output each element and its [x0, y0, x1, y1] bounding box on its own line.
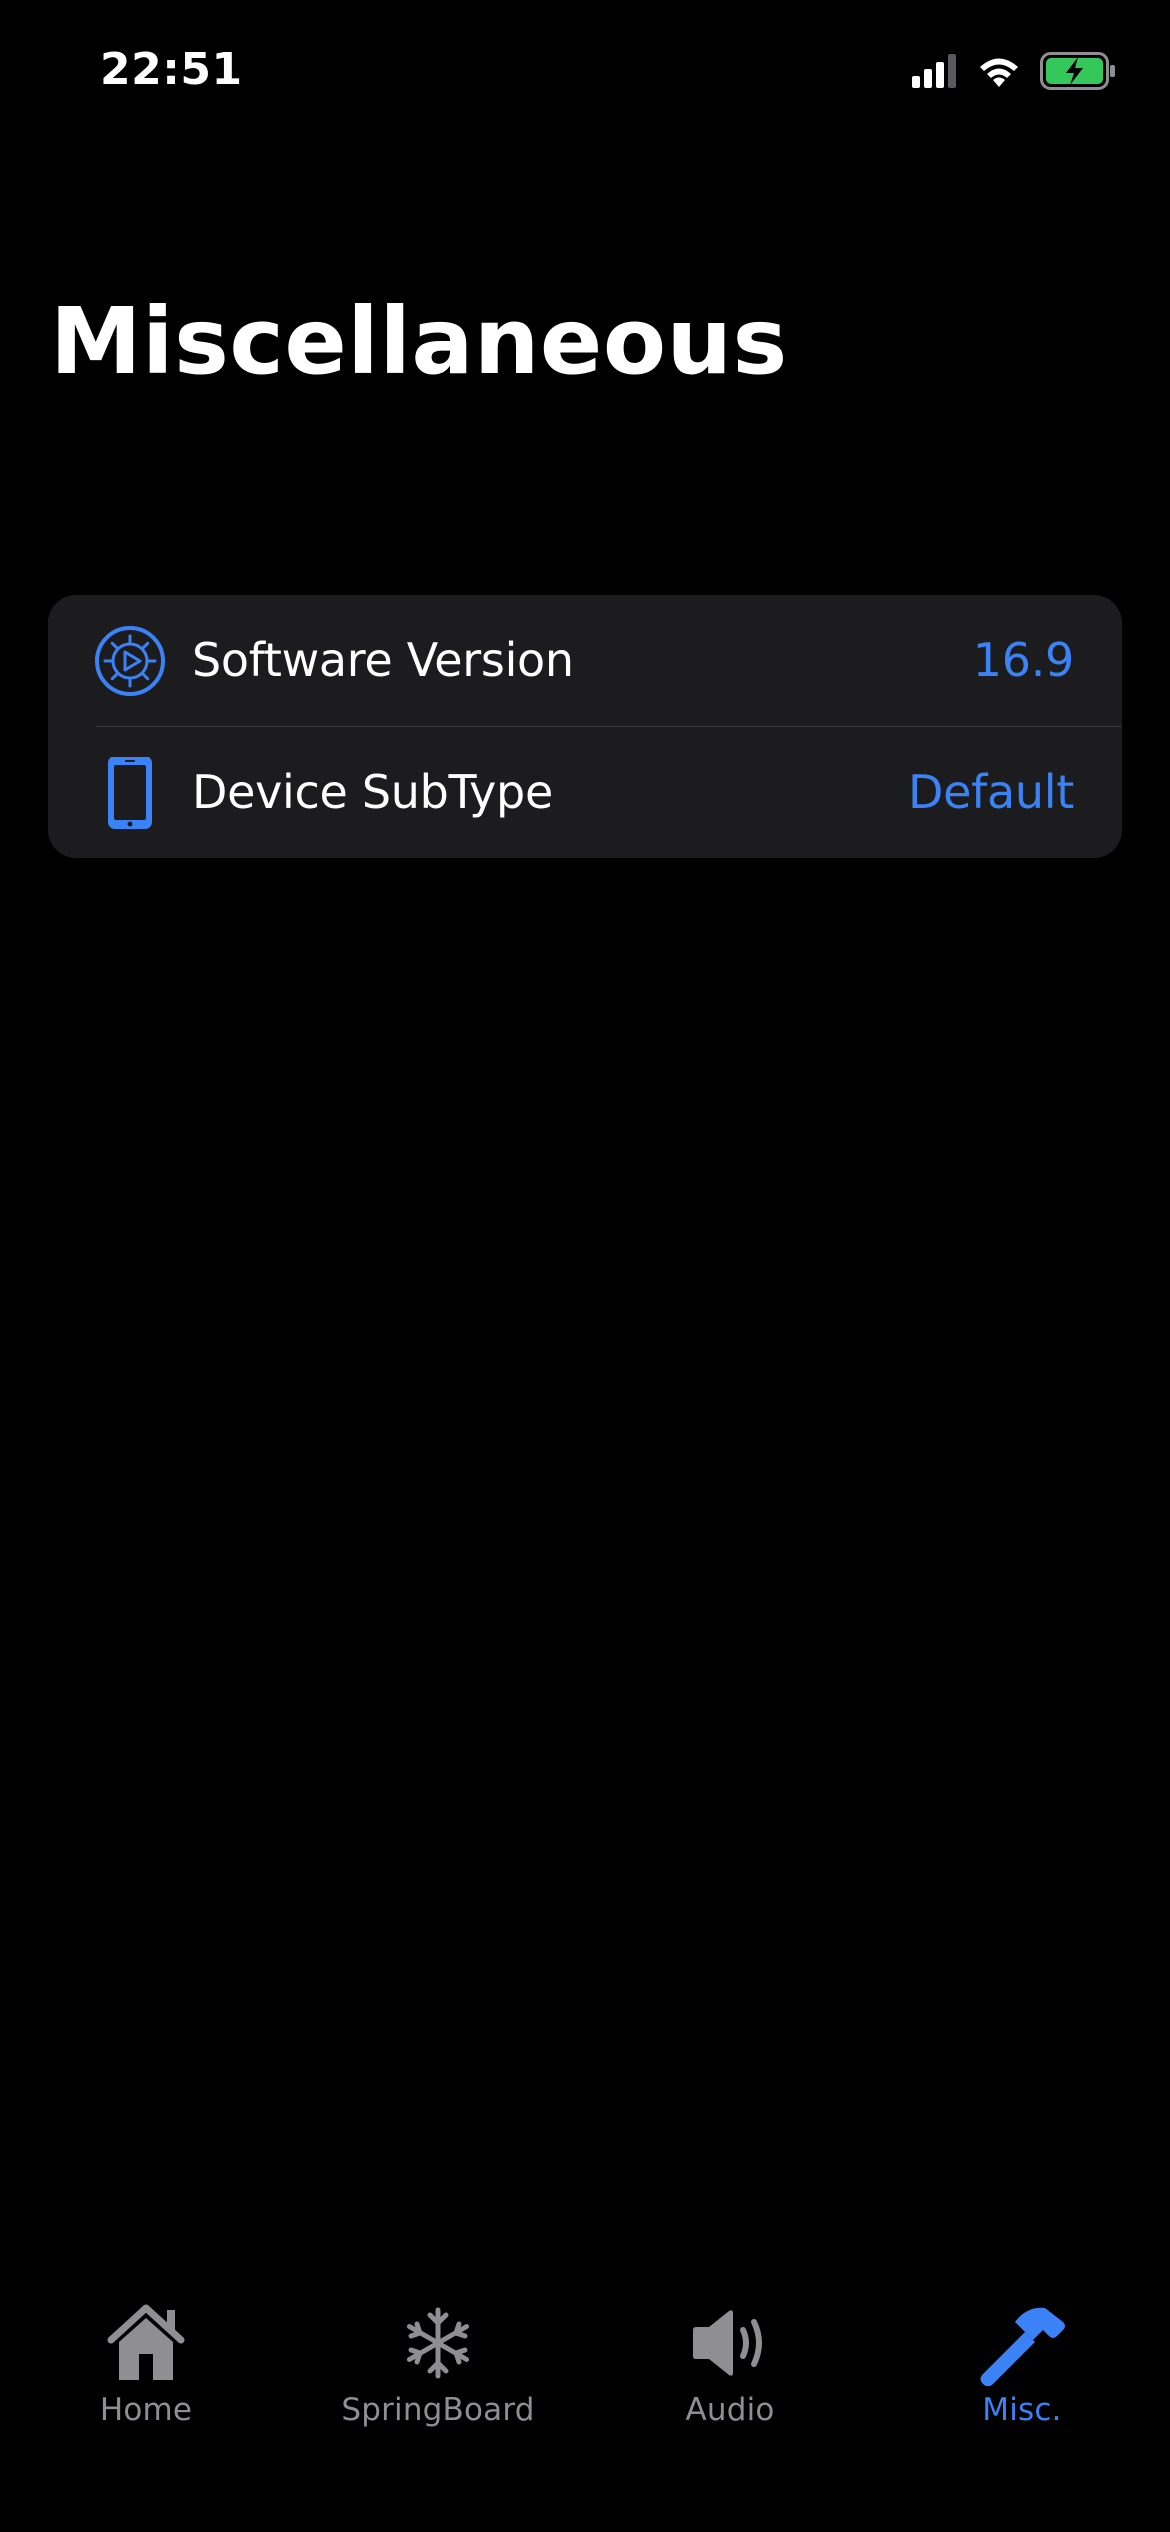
software-version-label: Software Version [192, 633, 574, 687]
tab-label-home: Home [99, 2392, 193, 2428]
hammer-icon [977, 2300, 1067, 2387]
settings-row-software-version[interactable]: Software Version 16.9 [48, 595, 1122, 727]
device-subtype-value: Default [908, 765, 1074, 819]
wifi-icon [976, 54, 1022, 92]
tab-label-audio: Audio [685, 2392, 775, 2428]
status-icons [912, 50, 1116, 96]
tab-audio[interactable]: Audio [584, 2280, 876, 2440]
page-title: Miscellaneous [50, 288, 788, 395]
tab-label-springboard: SpringBoard [341, 2392, 535, 2428]
tab-misc[interactable]: Misc. [876, 2280, 1168, 2440]
tab-home[interactable]: Home [0, 2280, 292, 2440]
house-icon [101, 2300, 191, 2386]
software-version-value: 16.9 [972, 633, 1075, 687]
status-time: 22:51 [100, 44, 243, 95]
status-bar: 22:51 [0, 0, 1170, 150]
settings-row-device-subtype[interactable]: Device SubType Default [48, 727, 1122, 858]
cellular-signal-icon [912, 54, 958, 92]
snowflake-icon [393, 2300, 483, 2386]
tab-springboard[interactable]: SpringBoard [292, 2280, 584, 2440]
speaker-icon [685, 2300, 775, 2386]
iphone-icon [94, 756, 166, 829]
device-subtype-label: Device SubType [192, 765, 553, 819]
tab-label-misc: Misc. [982, 2392, 1062, 2428]
battery-icon [1040, 52, 1116, 94]
tab-bar: Home SpringBoard Audio Misc. [0, 2280, 1170, 2532]
settings-group: Software Version 16.9 Device SubType Def… [48, 595, 1122, 858]
gear-icon [94, 625, 166, 697]
